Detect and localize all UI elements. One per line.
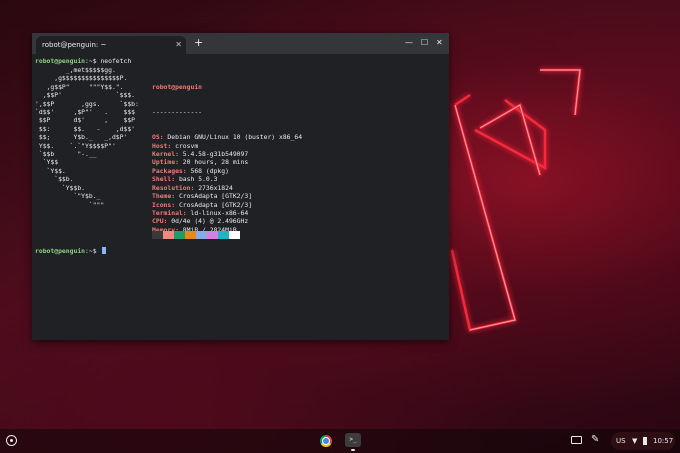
terminal-content[interactable]: robot@penguin:~$ neofetch _,met$$$$$gg. … <box>32 54 449 340</box>
info-row: Uptime: 20 hours, 28 mins <box>152 158 249 167</box>
logo-line: `""" <box>35 200 105 209</box>
info-value: bash 5.0.3 <box>178 175 218 184</box>
launcher-icon[interactable] <box>6 435 17 446</box>
keyboard-icon[interactable] <box>571 436 582 444</box>
info-key: Packages <box>152 166 183 175</box>
info-row: Resolution: 2736x1824 <box>152 183 233 192</box>
palette-swatch <box>229 231 240 239</box>
info-user-host: robot@penguin <box>152 82 203 91</box>
text-cursor <box>102 247 107 254</box>
info-value: 2736x1824 <box>198 183 233 192</box>
chrome-icon[interactable] <box>320 435 332 447</box>
logo-line: Y$$. `.`"Y$$$$P"' <box>35 141 116 150</box>
minimize-button[interactable]: — <box>405 36 413 50</box>
logo-line: `$$b "-.__ <box>35 150 97 159</box>
logo-line: `Y$$. <box>35 166 66 175</box>
logo-line: `Y$$ <box>35 158 59 167</box>
palette-swatch <box>196 231 207 239</box>
shelf: >_ ✎ US ▼ 10:57 <box>0 429 680 453</box>
info-value: crosvm <box>175 141 199 150</box>
info-value: Debian GNU/Linux 10 (buster) x86_64 <box>167 133 303 142</box>
info-row: Icons: CrosAdapta [GTK2/3] <box>152 200 253 209</box>
info-key: Resolution <box>152 183 191 192</box>
battery-icon <box>643 437 647 445</box>
command-line: robot@penguin:~$ neofetch <box>35 57 131 65</box>
palette-swatch <box>163 231 174 239</box>
close-window-button[interactable]: ✕ <box>436 36 443 50</box>
system-info: robot@penguin ------------- OS: Debian G… <box>152 66 302 251</box>
info-row: Kernel: 5.4.58-g31b549097 <box>152 150 249 159</box>
logo-line: `Y$$b. <box>35 183 86 192</box>
clock: 10:57 <box>653 437 674 445</box>
prompt-path: :~$ <box>85 247 101 255</box>
logo-line: ,g$$P" """Y$$.". <box>35 82 124 91</box>
wifi-icon: ▼ <box>632 437 638 445</box>
info-separator: ------------- <box>152 108 203 117</box>
palette-swatch <box>207 231 218 239</box>
info-value: ld-linux-x86-64 <box>190 208 249 217</box>
active-prompt-line[interactable]: robot@penguin:~$ <box>35 247 107 255</box>
info-key: Shell <box>152 175 172 184</box>
info-key: Kernel <box>152 150 176 159</box>
logo-line: `$$b. <box>35 175 74 184</box>
info-key: Host <box>152 141 168 150</box>
logo-line: $$: $$. - ,d$$' <box>35 124 136 133</box>
logo-line: $$; Y$b._ _,d$P' <box>35 133 128 142</box>
logo-line: ,$$P' `$$$. <box>35 91 136 100</box>
command-text: :~$ neofetch <box>85 57 132 65</box>
window-titlebar[interactable]: robot@penguin: ~ ✕ + — ☐ ✕ <box>32 33 449 54</box>
info-key: Icons <box>152 200 172 209</box>
info-row: CPU: 0d/4e (4) @ 2.496GHz <box>152 217 249 226</box>
language-indicator: US <box>616 437 626 445</box>
info-row: Terminal: ld-linux-x86-64 <box>152 208 249 217</box>
info-key: CPU <box>152 217 164 226</box>
info-value: 0d/4e (4) @ 2.496GHz <box>171 217 249 226</box>
info-value: CrosAdapta [GTK2/3] <box>178 192 253 201</box>
tab-terminal[interactable]: robot@penguin: ~ ✕ <box>36 36 186 54</box>
info-key: OS <box>152 133 160 142</box>
info-row: OS: Debian GNU/Linux 10 (buster) x86_64 <box>152 133 303 142</box>
info-key: Uptime <box>152 158 176 167</box>
info-value: 5.4.58-g31b549097 <box>182 150 249 159</box>
info-row: Shell: bash 5.0.3 <box>152 175 218 184</box>
logo-line: `"Y$b._ <box>35 192 101 201</box>
new-tab-button[interactable]: + <box>194 36 203 50</box>
info-value: CrosAdapta [GTK2/3] <box>178 200 253 209</box>
maximize-button[interactable]: ☐ <box>421 36 428 50</box>
logo-line: ,g$$$$$$$$$$$$$$$P. <box>35 74 128 83</box>
prompt-user-host: robot@penguin <box>35 57 86 65</box>
palette-swatch <box>174 231 185 239</box>
palette-swatch <box>152 231 163 239</box>
palette-swatch <box>218 231 229 239</box>
info-row: Theme: CrosAdapta [GTK2/3] <box>152 192 253 201</box>
color-palette <box>152 231 240 239</box>
info-value: 20 hours, 28 mins <box>182 158 249 167</box>
logo-line: _,met$$$$$gg. <box>35 66 116 74</box>
palette-swatch <box>185 231 196 239</box>
status-tray[interactable]: US ▼ 10:57 <box>611 432 675 450</box>
logo-line: ',$$P ,ggs. `$$b: <box>35 99 139 108</box>
info-key: Terminal <box>152 208 183 217</box>
info-value: 568 (dpkg) <box>190 166 229 175</box>
info-key: Theme <box>152 192 172 201</box>
terminal-window[interactable]: robot@penguin: ~ ✕ + — ☐ ✕ robot@penguin… <box>32 33 449 340</box>
info-row: Host: crosvm <box>152 141 199 150</box>
stylus-icon[interactable]: ✎ <box>591 434 599 445</box>
active-app-indicator <box>351 449 355 451</box>
info-row: Packages: 568 (dpkg) <box>152 166 229 175</box>
debian-ascii-logo: _,met$$$$$gg. ,g$$$$$$$$$$$$$$$P. ,g$$P"… <box>35 66 139 209</box>
tab-close-icon[interactable]: ✕ <box>175 36 182 54</box>
prompt-user-host: robot@penguin <box>35 247 86 255</box>
tab-title: robot@penguin: ~ <box>42 41 107 49</box>
logo-line: $$P d$' , $$P <box>35 116 136 125</box>
terminal-icon[interactable]: >_ <box>345 433 361 447</box>
logo-line: `d$$' ,$P"' . $$$ <box>35 108 136 117</box>
